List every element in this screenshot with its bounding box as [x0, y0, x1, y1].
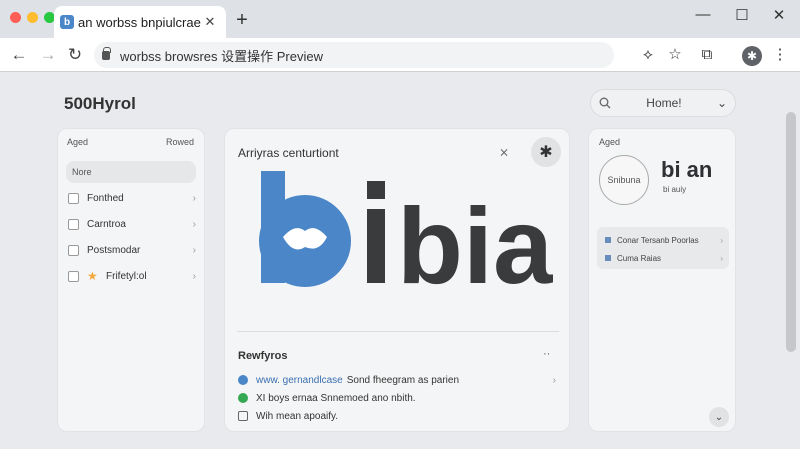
- back-button[interactable]: ←: [8, 44, 30, 66]
- more-icon[interactable]: ··: [543, 348, 550, 360]
- page-content: 500Hyrol Home! ⌄ Aged Rowed Nore Fonthed…: [0, 72, 800, 449]
- extensions-icon[interactable]: ⧉: [697, 46, 717, 64]
- left-list-label: Carntroa: [87, 218, 126, 230]
- address-bar[interactable]: worbss browsres 设置操作 Preview: [94, 42, 614, 68]
- forward-button[interactable]: →: [37, 44, 59, 66]
- left-panel-header-right: Rowed: [165, 137, 194, 147]
- tab-strip: b an worbss bnpiulcrae ✕ + — ☐ ✕: [0, 0, 800, 38]
- bian-logo: bian: [259, 171, 553, 291]
- brand-subtitle: bi auiy: [663, 185, 687, 194]
- recent-heading: Rewfyros: [238, 350, 288, 362]
- chevron-right-icon: ›: [720, 253, 723, 263]
- square-icon: [605, 237, 611, 243]
- selected-item[interactable]: Nore: [66, 161, 196, 183]
- tab-close-icon[interactable]: ✕: [202, 14, 218, 30]
- grid-icon: [238, 411, 248, 421]
- asterisk-button[interactable]: ✱: [531, 137, 561, 167]
- left-panel-header: Aged: [67, 137, 89, 147]
- reload-button[interactable]: ↻: [64, 44, 86, 66]
- chevron-right-icon: ›: [192, 244, 196, 256]
- search-icon: [599, 97, 611, 109]
- chevron-right-icon: ›: [552, 374, 556, 386]
- menu-kebab-icon[interactable]: ⋮: [770, 46, 790, 64]
- left-list-item[interactable]: Carntroa ›: [68, 215, 196, 233]
- calendar-icon: [68, 218, 79, 230]
- search-box[interactable]: Home! ⌄: [590, 89, 736, 117]
- tab-title: an worbss bnpiulcrae: [78, 14, 201, 30]
- collapse-icon[interactable]: ⨯: [499, 145, 509, 159]
- chevron-right-icon: ›: [192, 192, 196, 204]
- new-tab-button[interactable]: +: [232, 10, 252, 30]
- minimize-dot[interactable]: [27, 12, 38, 23]
- brand-name: bi an: [661, 157, 713, 182]
- document-icon: [68, 192, 79, 204]
- right-panel-header: Aged: [599, 137, 621, 147]
- logo-wordmark: bian: [397, 185, 553, 291]
- right-list-label: Conar Tersanb Poorlas: [617, 235, 699, 245]
- close-dot[interactable]: [10, 12, 21, 23]
- traffic-lights: [10, 12, 55, 23]
- left-list-label: Postsmodar: [87, 244, 141, 256]
- scrollbar[interactable]: [786, 112, 796, 352]
- recent-text: Wih mean apoaify.: [256, 410, 339, 422]
- seal-logo: Snibuna: [599, 155, 649, 205]
- right-list: Conar Tersanb Poorlas › Cuma Raias ›: [597, 227, 729, 269]
- chevron-right-icon: ›: [192, 270, 196, 282]
- right-list-label: Cuma Raias: [617, 253, 662, 263]
- grid-icon: [68, 270, 79, 282]
- window-close-button[interactable]: ✕: [766, 6, 792, 24]
- help-button[interactable]: ⌄: [709, 407, 729, 427]
- left-list-item[interactable]: Postsmodar ›: [68, 241, 196, 259]
- divider: [237, 331, 559, 332]
- profile-avatar[interactable]: ✱: [742, 46, 762, 66]
- left-list-label: Fonthed: [87, 192, 124, 204]
- left-list-label: Frifetyl:ol: [106, 270, 147, 282]
- right-list-item[interactable]: Cuma Raias ›: [605, 251, 723, 265]
- browser-tab[interactable]: b an worbss bnpiulcrae ✕: [54, 6, 226, 38]
- center-panel: Arriyras centurtiont ⨯ ✱ bian Rewfyros ·…: [224, 128, 570, 432]
- page-title: 500Hyrol: [64, 94, 136, 113]
- recent-text: Sond fheegram as parien: [346, 374, 460, 386]
- lock-icon: [102, 46, 111, 60]
- bookmark-star-icon[interactable]: ☆: [665, 46, 685, 64]
- right-panel: Aged Snibuna bi an bi auiy Conar Tersanb…: [588, 128, 736, 432]
- recent-item[interactable]: www. gernandlcase Sond fheegram as parie…: [238, 373, 556, 387]
- favicon-icon: b: [60, 15, 74, 29]
- browser-toolbar: ← → ↻ worbss browsres 设置操作 Preview ⟡ ☆ ⧉…: [0, 38, 800, 72]
- chevron-right-icon: ›: [192, 218, 196, 230]
- right-list-item[interactable]: Conar Tersanb Poorlas ›: [605, 233, 723, 247]
- chevron-down-icon[interactable]: ⌄: [717, 96, 727, 110]
- left-list-item[interactable]: Fonthed ›: [68, 189, 196, 207]
- left-list-item[interactable]: ★ Frifetyl:ol ›: [68, 267, 196, 285]
- recent-link[interactable]: www. gernandlcase: [256, 375, 343, 386]
- square-icon: [605, 255, 611, 261]
- chevron-right-icon: ›: [720, 235, 723, 245]
- recent-text: XI boys ernaa Snnemoed ano nbith.: [256, 392, 416, 404]
- star-icon: ★: [87, 268, 98, 283]
- install-icon[interactable]: ⟡: [638, 46, 658, 64]
- check-icon: [238, 393, 248, 403]
- left-panel: Aged Rowed Nore Fonthed › Carntroa › Pos…: [57, 128, 205, 432]
- search-label: Home!: [646, 96, 682, 110]
- url-text: worbss browsres 设置操作 Preview: [120, 48, 323, 64]
- recent-item[interactable]: Wih mean apoaify.: [238, 409, 556, 423]
- center-heading: Arriyras centurtiont: [238, 146, 339, 160]
- minimize-button[interactable]: —: [690, 6, 716, 23]
- recent-item[interactable]: XI boys ernaa Snnemoed ano nbith.: [238, 391, 556, 405]
- chart-icon: [68, 244, 79, 256]
- shield-icon: [238, 375, 248, 385]
- maximize-button[interactable]: ☐: [729, 6, 755, 24]
